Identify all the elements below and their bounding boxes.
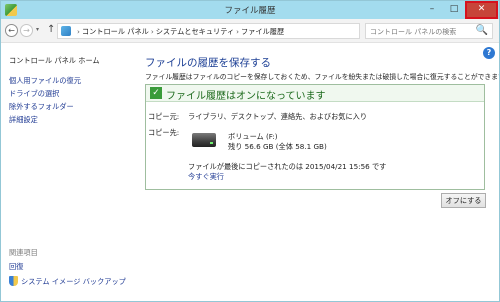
drive-icon — [192, 133, 216, 147]
shield-icon — [9, 276, 18, 286]
back-button[interactable]: ← — [5, 24, 18, 37]
control-panel-home-link[interactable]: コントロール パネル ホーム — [9, 56, 100, 66]
checkmark-icon: ✓ — [150, 87, 162, 99]
help-icon[interactable]: ? — [483, 47, 495, 59]
breadcrumb-system-security[interactable]: システムとセキュリティ — [156, 27, 234, 36]
sidebar-item-restore-files[interactable]: 個人用ファイルの復元 — [9, 76, 81, 86]
navigation-bar: ← → ▾ ↑ ›コントロール パネル›システムとセキュリティ›ファイル履歴 ▾… — [1, 19, 499, 43]
search-icon[interactable]: 🔍 — [476, 25, 488, 36]
forward-button[interactable]: → — [20, 24, 33, 37]
status-text: ファイル履歴はオンになっています — [166, 91, 326, 102]
sidebar-item-exclude-folders[interactable]: 除外するフォルダー — [9, 102, 74, 112]
source-value: ライブラリ、デスクトップ、連絡先、およびお気に入り — [188, 112, 368, 121]
page-title: ファイルの履歴を保存する — [145, 57, 271, 69]
breadcrumb: › コントロール パネル › システムとセキュリティ › ファイル履歴 — [75, 27, 284, 37]
last-copy-text: ファイルが最後にコピーされたのは 2015/04/21 15:56 です — [188, 162, 387, 171]
run-now-link[interactable]: 今すぐ実行 — [188, 172, 224, 182]
sidebar-item-advanced-settings[interactable]: 詳細設定 — [9, 115, 38, 125]
page-description: ファイル履歴はファイルのコピーを保存しておくため、ファイルを紛失または破損した場… — [145, 73, 500, 81]
search-input[interactable]: コントロール パネルの検索 🔍 — [365, 23, 493, 39]
status-panel: ✓ ファイル履歴はオンになっています コピー元: ライブラリ、デスクトップ、連絡… — [145, 84, 485, 190]
title-bar[interactable]: ファイル履歴 – □ ✕ — [1, 1, 499, 19]
breadcrumb-control-panel[interactable]: コントロール パネル — [82, 27, 149, 36]
sidebar-item-select-drive[interactable]: ドライブの選択 — [9, 89, 59, 99]
maximize-button[interactable]: □ — [443, 1, 465, 19]
turn-off-button[interactable]: オフにする — [441, 193, 486, 208]
drive-space: 残り 56.6 GB (全体 58.1 GB) — [228, 142, 327, 151]
up-arrow-icon[interactable]: ↑ — [47, 24, 55, 35]
address-bar[interactable]: ›コントロール パネル›システムとセキュリティ›ファイル履歴 ▾ ⟳ — [57, 23, 403, 39]
sidebar: コントロール パネル ホーム 個人用ファイルの復元 ドライブの選択 除外するフォ… — [1, 44, 135, 301]
breadcrumb-separator: › — [150, 27, 154, 36]
status-header: ✓ ファイル履歴はオンになっています — [146, 85, 484, 102]
recovery-link[interactable]: 回復 — [9, 262, 23, 272]
drive-name: ボリューム (F:) — [228, 132, 278, 141]
destination-label: コピー先: — [148, 128, 180, 137]
related-heading: 関連項目 — [9, 248, 38, 257]
breadcrumb-separator: › — [236, 27, 240, 36]
file-history-window: ファイル履歴 – □ ✕ ← → ▾ ↑ › コントロール パネル › システムとセキ… — [0, 0, 500, 302]
system-image-backup-link[interactable]: システム イメージ バックアップ — [9, 276, 126, 287]
search-placeholder: コントロール パネルの検索 — [370, 28, 457, 36]
close-button[interactable]: ✕ — [465, 1, 498, 19]
control-panel-icon — [61, 26, 71, 36]
breadcrumb-separator: › — [77, 27, 80, 36]
source-label: コピー元: — [148, 112, 180, 121]
system-image-backup-label: システム イメージ バックアップ — [21, 277, 126, 286]
recent-locations-icon[interactable]: ▾ — [36, 26, 39, 33]
minimize-button[interactable]: – — [421, 1, 443, 19]
breadcrumb-file-history[interactable]: ファイル履歴 — [241, 27, 284, 36]
